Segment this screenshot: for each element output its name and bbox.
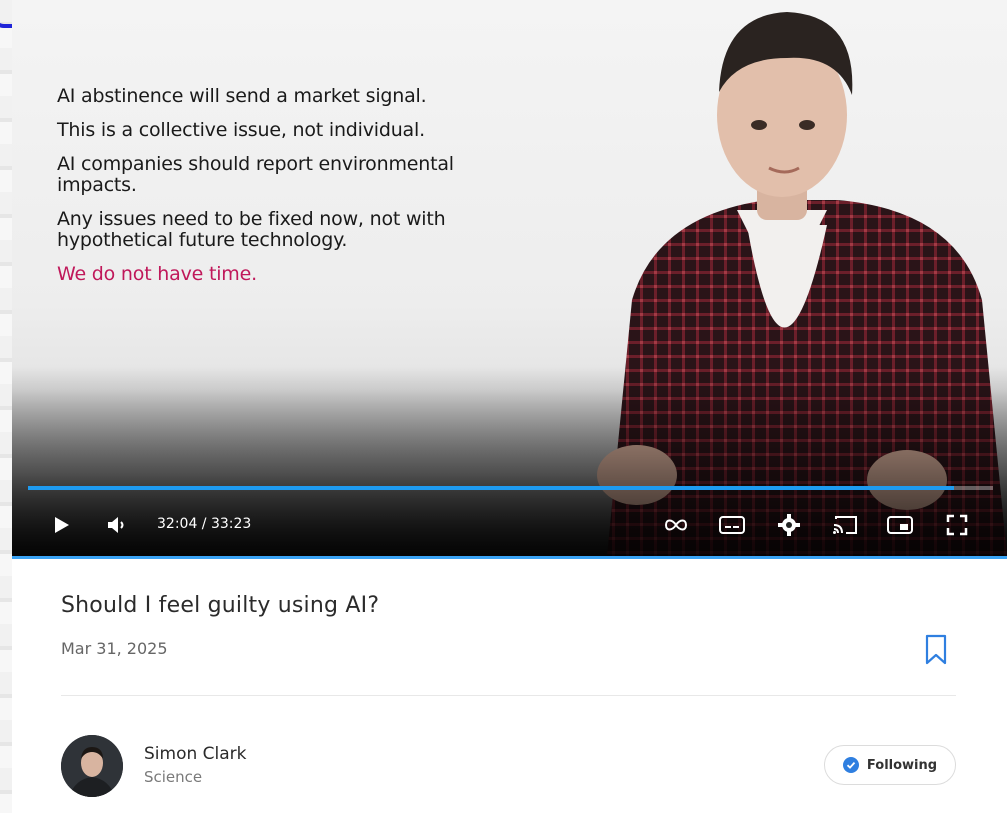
slide-text: AI abstinence will send a market signal.…	[57, 86, 547, 298]
settings-icon[interactable]	[776, 512, 802, 538]
presenter-image	[597, 12, 1007, 556]
loop-icon[interactable]	[663, 512, 689, 538]
following-button[interactable]: Following	[824, 745, 956, 785]
slide-line: Any issues need to be fixed now, not wit…	[57, 208, 446, 251]
slide-line: This is a collective issue, not individu…	[57, 119, 425, 141]
progress-fill	[28, 486, 955, 490]
subtitles-icon[interactable]	[719, 512, 745, 538]
author-category: Science	[144, 768, 203, 786]
following-label: Following	[866, 757, 938, 773]
bookmark-icon[interactable]	[924, 634, 948, 666]
avatar[interactable]	[61, 735, 123, 797]
progress-bar[interactable]	[28, 486, 993, 490]
player-controls: 32:04 / 33:23	[12, 504, 1007, 544]
page-edge-strip	[0, 0, 12, 813]
cast-icon[interactable]	[832, 512, 858, 538]
video-player[interactable]: AI abstinence will send a market signal.…	[12, 0, 1007, 556]
volume-icon[interactable]	[104, 512, 130, 538]
miniplayer-icon[interactable]	[887, 512, 913, 538]
slide-line: AI companies should report environmental…	[57, 153, 454, 196]
section-divider	[61, 695, 956, 696]
slide-line: AI abstinence will send a market signal.	[57, 85, 427, 107]
check-circle-icon	[842, 757, 859, 773]
player-divider	[12, 556, 1007, 559]
playback-time: 32:04 / 33:23	[157, 516, 252, 532]
author-name[interactable]: Simon Clark	[144, 744, 247, 764]
fullscreen-icon[interactable]	[944, 512, 970, 538]
play-icon[interactable]	[48, 512, 74, 538]
slide-emphasis: We do not have time.	[57, 263, 257, 285]
publish-date: Mar 31, 2025	[61, 639, 168, 658]
video-title: Should I feel guilty using AI?	[61, 593, 380, 618]
